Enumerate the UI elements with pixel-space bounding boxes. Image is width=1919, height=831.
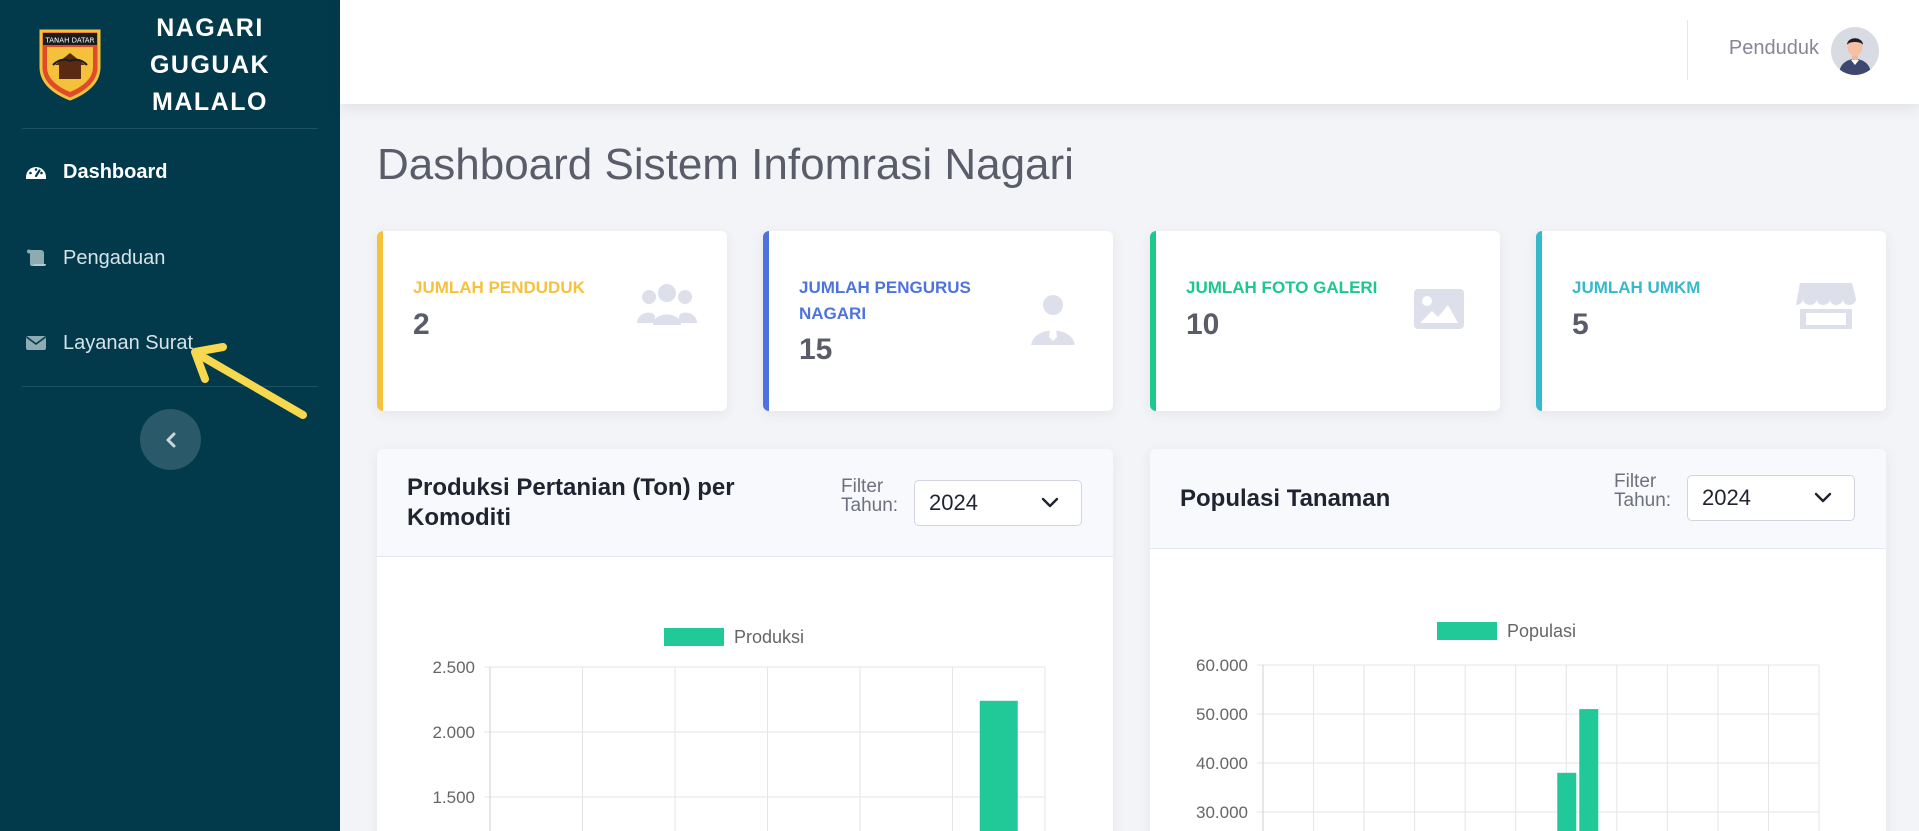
panel-header: Produksi Pertanian (Ton) per Komoditi Fi… bbox=[377, 449, 1113, 557]
year-filter-select[interactable]: 2024 bbox=[914, 480, 1082, 526]
user-tie-icon bbox=[1031, 295, 1075, 345]
y-tick-label: 2.500 bbox=[432, 658, 475, 677]
topbar-divider bbox=[1687, 20, 1688, 80]
year-filter-value: 2024 bbox=[929, 490, 978, 515]
brand-name: NAGARI GUGUAK MALALO bbox=[128, 10, 292, 121]
sidebar-item-pengaduan[interactable]: Pengaduan bbox=[0, 228, 340, 288]
store-icon bbox=[1796, 283, 1856, 329]
sidebar-item-label: Layanan Surat bbox=[63, 331, 194, 354]
legend-swatch bbox=[664, 628, 724, 646]
legend-label: Populasi bbox=[1507, 621, 1576, 641]
scroll-icon bbox=[27, 249, 46, 266]
bar bbox=[1579, 709, 1599, 831]
sidebar-toggle-button[interactable] bbox=[140, 409, 201, 470]
chart-title: Produksi Pertanian (Ton) per Komoditi bbox=[407, 474, 735, 531]
nagari-logo: TANAH DATAR bbox=[39, 29, 101, 101]
sidebar-brand[interactable]: TANAH DATAR NAGARI GUGUAK MALALO bbox=[0, 0, 340, 128]
year-filter-value: 2024 bbox=[1702, 485, 1751, 510]
y-tick-label: 30.000 bbox=[1196, 803, 1248, 822]
bar bbox=[979, 700, 1018, 831]
sidebar-divider bbox=[22, 128, 318, 129]
bar-chart-produksi: Produksi 2.500 2.000 1.500 bbox=[432, 627, 1046, 831]
logo-text: TANAH DATAR bbox=[45, 37, 95, 45]
chevron-down-icon bbox=[1041, 497, 1059, 508]
card-label: JUMLAH PENGURUS NAGARI bbox=[799, 278, 971, 323]
user-name[interactable]: Penduduk bbox=[1729, 37, 1819, 60]
legend-label: Produksi bbox=[734, 627, 804, 647]
chevron-down-icon bbox=[1814, 492, 1832, 503]
year-filter-select[interactable]: 2024 bbox=[1687, 475, 1855, 521]
page-title: Dashboard Sistem Infomrasi Nagari bbox=[377, 140, 1074, 189]
stat-card-pengurus: JUMLAH PENGURUS NAGARI 15 bbox=[763, 231, 1113, 411]
card-value: 5 bbox=[1572, 308, 1589, 341]
y-tick-label: 40.000 bbox=[1196, 754, 1248, 773]
card-label: JUMLAH PENDUDUK bbox=[413, 278, 585, 297]
brand-line-3: MALALO bbox=[152, 88, 268, 116]
y-tick-label: 50.000 bbox=[1196, 705, 1248, 724]
brand-line-1: NAGARI bbox=[156, 14, 264, 42]
image-icon bbox=[1414, 289, 1464, 329]
chart-title: Populasi Tanaman bbox=[1180, 485, 1391, 512]
card-value: 15 bbox=[799, 333, 833, 366]
brand-line-2: GUGUAK bbox=[149, 51, 271, 79]
envelope-icon bbox=[26, 336, 46, 350]
filter-label: Filter Tahun: bbox=[841, 476, 899, 516]
chart-panel-produksi: Produksi Pertanian (Ton) per Komoditi Fi… bbox=[377, 449, 1113, 831]
sidebar-item-layanan-surat[interactable]: Layanan Surat bbox=[0, 313, 340, 373]
sidebar-item-label: Dashboard bbox=[63, 160, 168, 183]
sidebar-item-label: Pengaduan bbox=[63, 246, 166, 269]
y-tick-label: 60.000 bbox=[1196, 656, 1248, 675]
card-label: JUMLAH UMKM bbox=[1572, 278, 1701, 297]
stat-card-penduduk: JUMLAH PENDUDUK 2 bbox=[377, 231, 727, 411]
sidebar-divider bbox=[22, 386, 318, 387]
bar bbox=[1557, 772, 1577, 831]
chevron-left-icon bbox=[166, 432, 175, 447]
sidebar: TANAH DATAR NAGARI GUGUAK MALALO Dashboa… bbox=[0, 0, 340, 831]
card-value: 10 bbox=[1186, 308, 1220, 341]
stat-card-galeri: JUMLAH FOTO GALERI 10 bbox=[1150, 231, 1500, 411]
legend-swatch bbox=[1437, 622, 1497, 640]
card-value: 2 bbox=[413, 308, 430, 341]
bar-chart-populasi: Populasi 60.000 50.000 40.000 30.000 bbox=[1196, 621, 1820, 831]
filter-label: Filter Tahun: bbox=[1614, 471, 1672, 511]
topbar: Penduduk bbox=[340, 0, 1919, 104]
stat-card-umkm: JUMLAH UMKM 5 bbox=[1536, 231, 1886, 411]
panel-header: Populasi Tanaman Filter Tahun: 2024 bbox=[1150, 449, 1886, 549]
y-tick-label: 1.500 bbox=[432, 788, 475, 807]
users-icon bbox=[637, 284, 697, 325]
chart-panel-populasi: Populasi Tanaman Filter Tahun: 2024 Popu… bbox=[1150, 449, 1886, 831]
sidebar-item-dashboard[interactable]: Dashboard bbox=[0, 142, 340, 202]
user-avatar-icon[interactable] bbox=[1831, 27, 1879, 75]
y-tick-label: 2.000 bbox=[432, 723, 475, 742]
card-label: JUMLAH FOTO GALERI bbox=[1186, 278, 1378, 297]
tachometer-icon bbox=[26, 167, 46, 179]
